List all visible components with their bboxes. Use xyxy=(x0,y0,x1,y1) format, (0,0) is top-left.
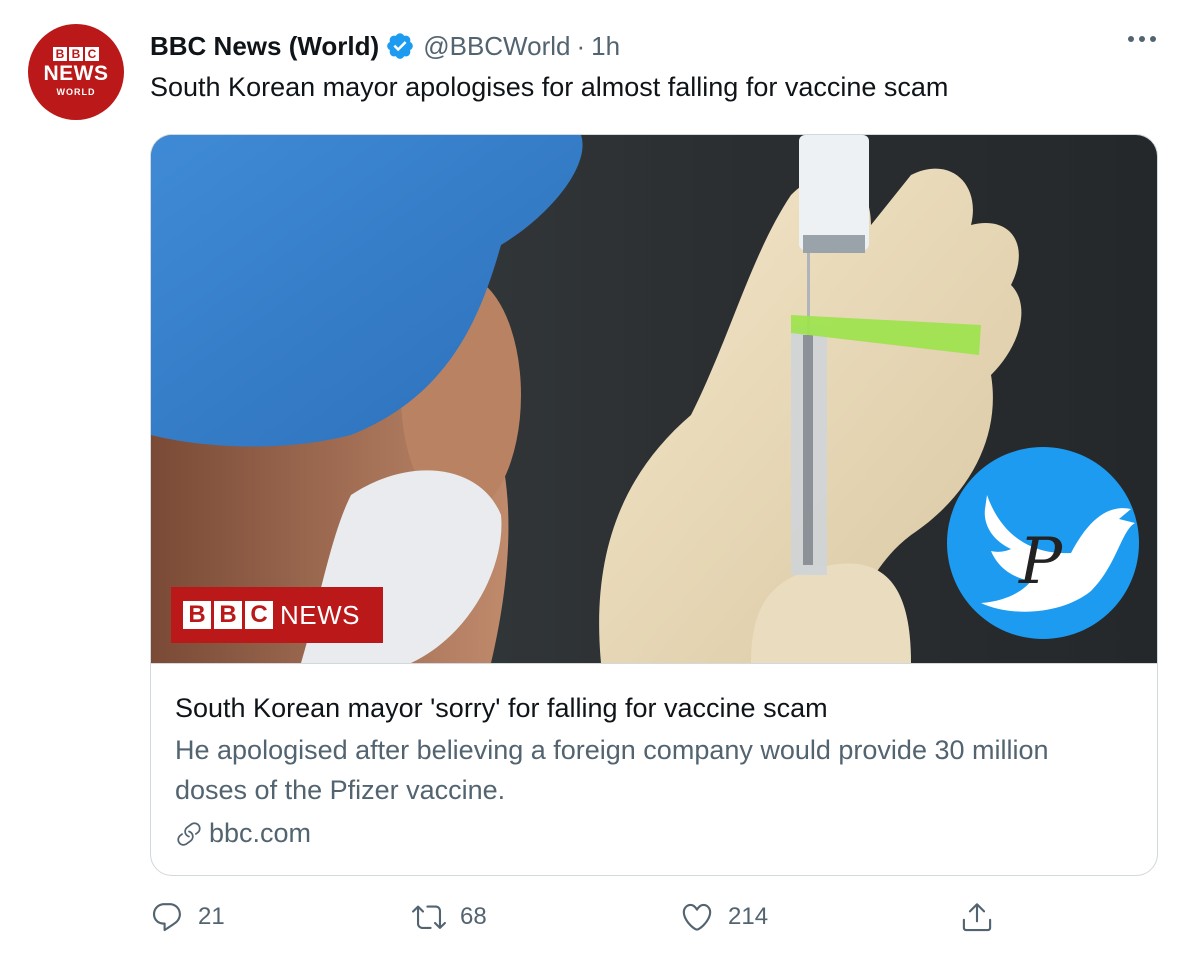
bbc-news-badge: B B C NEWS xyxy=(171,587,383,643)
avatar-world-label: WORLD xyxy=(56,87,96,97)
dot xyxy=(1139,36,1145,42)
tweet-timestamp[interactable]: 1h xyxy=(591,31,620,62)
reply-icon xyxy=(152,903,181,932)
share-icon xyxy=(962,903,992,932)
tweet-header: BBC News (World) @BBCWorld · 1h xyxy=(150,28,620,64)
retweet-icon xyxy=(412,905,446,929)
badge-block: C xyxy=(245,601,273,629)
separator-dot: · xyxy=(576,30,586,61)
reply-button[interactable]: 21 xyxy=(150,900,225,934)
avatar[interactable]: B B C NEWS WORLD xyxy=(28,24,124,120)
more-horizontal-icon[interactable] xyxy=(1128,36,1156,42)
tweet-text: South Korean mayor apologises for almost… xyxy=(150,72,949,102)
watermark-letter: P xyxy=(1018,525,1063,599)
bbc-logo-blocks: B B C xyxy=(53,47,99,61)
badge-news-label: NEWS xyxy=(280,599,360,630)
card-title: South Korean mayor 'sorry' for falling f… xyxy=(175,693,828,723)
logo-block: B xyxy=(69,47,83,61)
card-image[interactable]: P B B C NEWS xyxy=(151,135,1157,663)
like-button[interactable]: 214 xyxy=(680,900,768,934)
badge-block: B xyxy=(214,601,242,629)
dot xyxy=(1150,36,1156,42)
account-name[interactable]: BBC News (World) xyxy=(150,31,379,62)
card-domain[interactable]: bbc.com xyxy=(175,818,1135,849)
dot xyxy=(1128,36,1134,42)
card-body[interactable]: South Korean mayor 'sorry' for falling f… xyxy=(151,663,1157,875)
logo-block: B xyxy=(53,47,67,61)
reply-count: 21 xyxy=(198,903,225,930)
vaccine-photo-illustration: P xyxy=(151,135,1139,663)
link-card[interactable]: P B B C NEWS South Korean mayor 'sorry' … xyxy=(150,134,1158,876)
link-icon xyxy=(177,821,201,846)
card-description: He apologised after believing a foreign … xyxy=(175,735,1049,805)
verified-badge-icon xyxy=(387,33,414,59)
badge-block: B xyxy=(183,601,211,629)
avatar-news-label: NEWS xyxy=(43,62,109,85)
heart-icon xyxy=(682,903,712,931)
tweet-actions: 21 68 214 xyxy=(150,900,1010,944)
share-button[interactable] xyxy=(960,900,994,934)
card-domain-label: bbc.com xyxy=(209,818,312,848)
retweet-count: 68 xyxy=(460,903,487,930)
retweet-button[interactable]: 68 xyxy=(412,900,487,934)
account-handle[interactable]: @BBCWorld xyxy=(423,31,570,62)
logo-block: C xyxy=(85,47,99,61)
like-count: 214 xyxy=(728,903,769,930)
